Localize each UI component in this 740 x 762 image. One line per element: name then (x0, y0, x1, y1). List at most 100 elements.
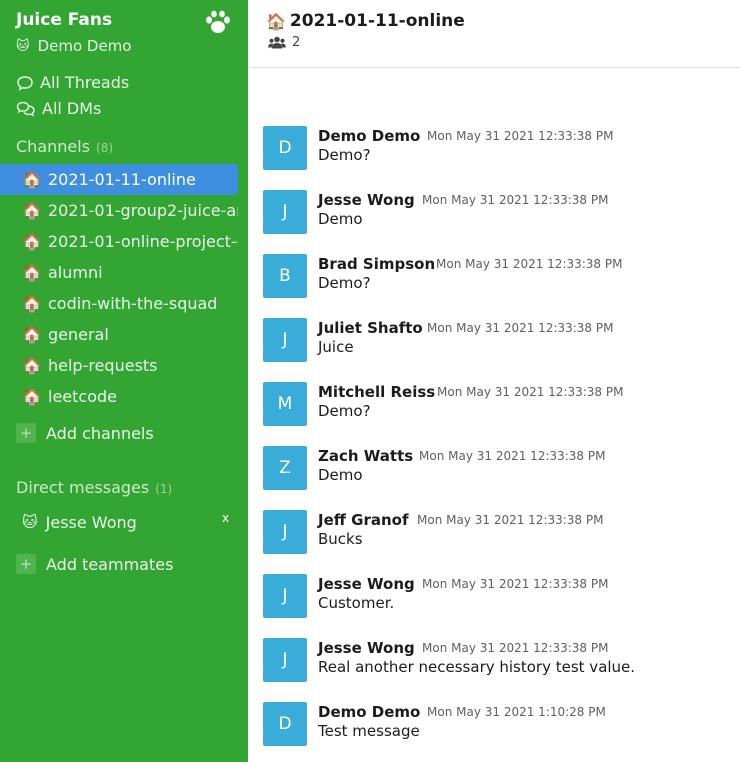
message-row[interactable]: J Jesse Wong Mon May 31 2021 12:33:38 PM… (263, 190, 733, 240)
channel-label: alumni (48, 263, 103, 282)
channels-heading-label: Channels (16, 137, 91, 156)
message-text: Demo (318, 466, 363, 484)
house-icon: 🏠 (22, 325, 42, 344)
users-icon (268, 36, 286, 49)
avatar[interactable]: J (263, 510, 307, 554)
cat-emoji-icon: 🐱 (22, 513, 38, 531)
avatar[interactable]: J (263, 318, 307, 362)
comment-icon (17, 75, 33, 91)
direct-messages-heading[interactable]: Direct messages (1) (16, 478, 172, 497)
nav-all-threads-label: All Threads (40, 73, 130, 92)
message-author[interactable]: Juliet Shafto (318, 319, 423, 337)
message-timestamp: Mon May 31 2021 1:10:28 PM (427, 705, 606, 719)
message-row[interactable]: M Mitchell Reiss Mon May 31 2021 12:33:3… (263, 382, 733, 432)
house-icon: 🏠 (22, 201, 42, 220)
message-text: Demo? (318, 274, 371, 292)
plus-icon: + (16, 554, 36, 574)
house-icon: 🏠 (22, 294, 42, 313)
message-author[interactable]: Demo Demo (318, 127, 420, 145)
message-text: Bucks (318, 530, 363, 548)
channel-item-2021-01-11-online[interactable]: 🏠 2021-01-11-online (0, 164, 238, 195)
message-timestamp: Mon May 31 2021 12:33:38 PM (419, 449, 606, 463)
nav-all-dms[interactable]: All DMs (16, 99, 101, 118)
message-author[interactable]: Brad Simpson (318, 255, 435, 273)
channel-item-leetcode[interactable]: 🏠 leetcode (0, 381, 238, 412)
house-icon: 🏠 (22, 387, 42, 406)
channel-label: codin-with-the-squad (48, 294, 218, 313)
message-row[interactable]: J Juliet Shafto Mon May 31 2021 12:33:38… (263, 318, 733, 368)
avatar[interactable]: D (263, 126, 307, 170)
channel-item-help-requests[interactable]: 🏠 help-requests (0, 350, 238, 381)
channel-label: 2021-01-11-online (48, 170, 196, 189)
channel-label: general (48, 325, 109, 344)
add-channels-button[interactable]: + Add channels (16, 423, 154, 443)
message-row[interactable]: J Jeff Granof Mon May 31 2021 12:33:38 P… (263, 510, 733, 560)
channel-label: 2021-01-group2-juice-and-others (47, 201, 238, 220)
channel-item-2021-01-group2[interactable]: 🏠 2021-01-group2-juice-and-others (0, 195, 238, 226)
channel-item-2021-01-online-project[interactable]: 🏠 2021-01-online-project-questions (0, 226, 238, 257)
avatar[interactable]: J (263, 574, 307, 618)
avatar[interactable]: M (263, 382, 307, 426)
channel-title: 🏠 2021-01-11-online (266, 11, 465, 31)
nav-all-threads[interactable]: All Threads (16, 73, 129, 92)
channel-title-label: 2021-01-11-online (289, 11, 465, 31)
message-row[interactable]: D Demo Demo Mon May 31 2021 12:33:38 PM … (263, 126, 733, 176)
message-author[interactable]: Jesse Wong (318, 191, 415, 209)
message-timestamp: Mon May 31 2021 12:33:38 PM (422, 641, 609, 655)
message-text: Demo? (318, 402, 371, 420)
avatar[interactable]: J (263, 638, 307, 682)
message-timestamp: Mon May 31 2021 12:33:38 PM (437, 385, 624, 399)
message-author[interactable]: Demo Demo (318, 703, 420, 721)
message-row[interactable]: D Demo Demo Mon May 31 2021 1:10:28 PM T… (263, 702, 733, 752)
house-icon: 🏠 (22, 263, 42, 282)
message-author[interactable]: Jesse Wong (318, 639, 415, 657)
avatar[interactable]: D (263, 702, 307, 746)
channel-item-alumni[interactable]: 🏠 alumni (0, 257, 238, 288)
message-timestamp: Mon May 31 2021 12:33:38 PM (436, 257, 623, 271)
channel-item-general[interactable]: 🏠 general (0, 319, 238, 350)
message-row[interactable]: J Jesse Wong Mon May 31 2021 12:33:38 PM… (263, 574, 733, 624)
channel-item-codin-with-the-squad[interactable]: 🏠 codin-with-the-squad (0, 288, 238, 319)
avatar[interactable]: Z (263, 446, 307, 490)
paw-icon[interactable] (204, 9, 232, 35)
message-timestamp: Mon May 31 2021 12:33:38 PM (422, 193, 609, 207)
message-text: Customer. (318, 594, 395, 612)
add-teammates-label: Add teammates (46, 554, 174, 574)
avatar[interactable]: J (263, 190, 307, 234)
comments-icon (16, 101, 35, 117)
add-channels-label: Add channels (46, 423, 154, 443)
channel-label: leetcode (48, 387, 117, 406)
workspace-name[interactable]: Juice Fans (16, 10, 112, 30)
message-text: Juice (318, 338, 354, 356)
message-author[interactable]: Jeff Granof (318, 511, 408, 529)
dm-item-jesse-wong[interactable]: 🐱 Jesse Wong (0, 507, 238, 537)
close-dm-button[interactable]: x (222, 511, 229, 525)
message-author[interactable]: Zach Watts (318, 447, 413, 465)
dm-label: Jesse Wong (45, 512, 137, 532)
house-icon: 🏠 (22, 232, 42, 251)
channels-heading[interactable]: Channels (8) (16, 137, 113, 156)
message-row[interactable]: J Jesse Wong Mon May 31 2021 12:33:38 PM… (263, 638, 733, 688)
nav-all-dms-label: All DMs (42, 99, 102, 118)
message-pane: 🏠 2021-01-11-online 2 D Demo Demo Mon Ma… (248, 0, 740, 762)
direct-messages-count: (1) (155, 482, 173, 496)
message-row[interactable]: Z Zach Watts Mon May 31 2021 12:33:38 PM… (263, 446, 733, 496)
message-timestamp: Mon May 31 2021 12:33:38 PM (422, 577, 609, 591)
message-row[interactable]: B Brad Simpson Mon May 31 2021 12:33:38 … (263, 254, 733, 304)
channel-header: 🏠 2021-01-11-online 2 (248, 0, 740, 68)
house-icon: 🏠 (22, 356, 42, 375)
message-text: Real another necessary history test valu… (318, 658, 636, 676)
message-text: Test message (318, 722, 420, 740)
current-user[interactable]: 🐱 Demo Demo (16, 37, 131, 55)
direct-messages-heading-label: Direct messages (16, 478, 150, 497)
house-icon: 🏠 (266, 11, 286, 31)
current-user-name: Demo Demo (37, 37, 132, 55)
plus-icon: + (16, 423, 36, 443)
avatar[interactable]: B (263, 254, 307, 298)
channels-count: (8) (96, 141, 114, 155)
channel-label: help-requests (48, 356, 158, 375)
member-count-button[interactable]: 2 (268, 35, 300, 50)
message-author[interactable]: Jesse Wong (318, 575, 415, 593)
add-teammates-button[interactable]: + Add teammates (16, 554, 173, 574)
message-author[interactable]: Mitchell Reiss (318, 383, 435, 401)
